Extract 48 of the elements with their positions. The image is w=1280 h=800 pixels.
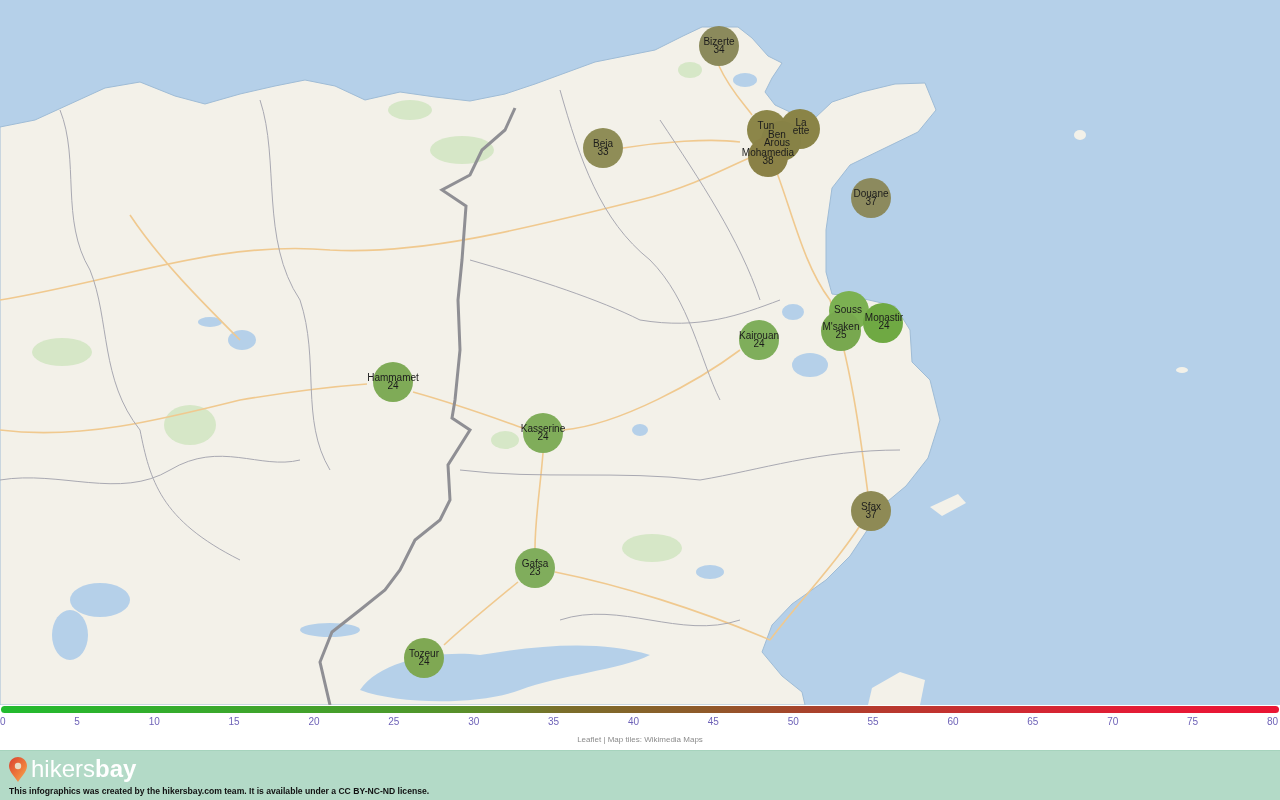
scale-tick-label: 50 [787, 716, 799, 728]
marker-value: 24 [753, 340, 765, 348]
logo-text: hikersbay [31, 755, 137, 783]
marker-label: M'saken [822, 323, 860, 331]
scale-tick-label: 5 [74, 716, 80, 728]
marker-label: Bizerte [703, 38, 735, 46]
scale-tick-label: 75 [1187, 716, 1199, 728]
marker-label: Tozeur [409, 650, 439, 658]
map-attribution: Leaflet | Map tiles: Wikimedia Maps [577, 735, 703, 745]
marker-label: Ben [768, 131, 786, 139]
marker-label: Monastir [864, 314, 904, 322]
scale-tick-label: 80 [1266, 716, 1278, 728]
marker-value: 24 [418, 658, 430, 666]
marker-value: 37 [865, 198, 877, 206]
marker-value: 23 [529, 568, 541, 576]
scale-tick-label: 15 [228, 716, 240, 728]
marker-value: 34 [713, 46, 725, 54]
scale-tick-label: 20 [308, 716, 320, 728]
scale-tick-label: 45 [707, 716, 719, 728]
scale-tick-label: 10 [148, 716, 160, 728]
credit-text: This infographics was created by the hikersbay.com team. It is available under a CC BY-NC-ND license. [9, 786, 430, 796]
marker-value: 24 [878, 322, 890, 330]
marker-label: Sfax [861, 503, 881, 511]
marker-label: ette [792, 127, 810, 135]
map-pin-icon [9, 756, 27, 782]
marker-value: 33 [597, 148, 609, 156]
marker-label: Beja [593, 140, 613, 148]
scale-tick-label: 40 [627, 716, 639, 728]
scale-tick-label: 35 [548, 716, 560, 728]
scale-tick-label: 70 [1107, 716, 1119, 728]
marker-label: Douane [853, 190, 889, 198]
marker-value: 25 [835, 331, 847, 339]
marker-label: Souss [834, 306, 862, 314]
marker-value: 37 [865, 511, 877, 519]
marker-value: 24 [387, 382, 399, 390]
marker-label: La [795, 119, 807, 127]
scale-tick-label: 30 [468, 716, 480, 728]
scale-tick-label: 60 [947, 716, 959, 728]
scale-tick-label: 25 [388, 716, 400, 728]
marker-value: 24 [537, 433, 549, 441]
marker-value: 38 [762, 157, 774, 165]
marker-label: Kairouan [739, 332, 779, 340]
scale-tick-label: 65 [1027, 716, 1039, 728]
scale-tick-label: 55 [867, 716, 879, 728]
marker-label: Gafsa [521, 560, 549, 568]
scale-tick-label: 0 [0, 716, 6, 728]
marker-label: Tun [757, 122, 775, 130]
marker-label: Arous [763, 139, 791, 147]
